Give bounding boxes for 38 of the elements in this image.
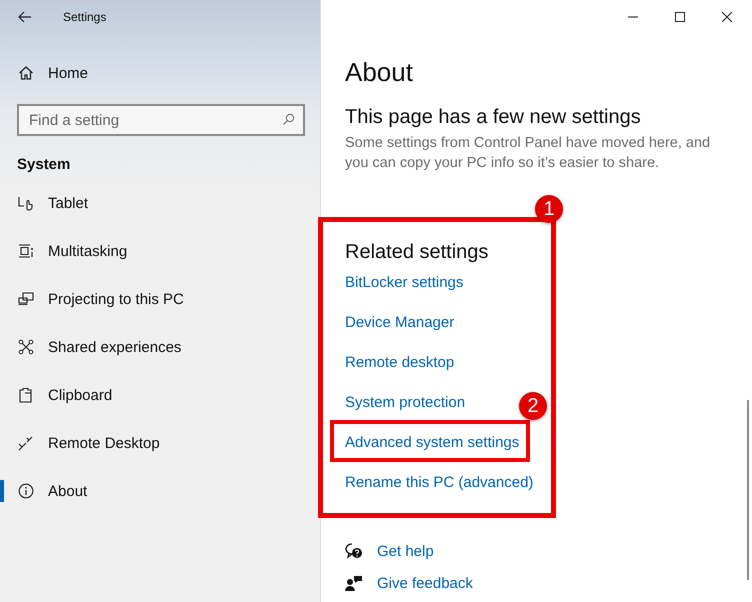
window-title: Settings (63, 10, 106, 24)
sidebar-item[interactable]: Clipboard (0, 371, 320, 419)
tablet-icon (18, 195, 34, 211)
section-heading: System (17, 155, 72, 175)
notice-text: Some settings from Control Panel have moved here, and you can copy your PC info so it’s easier to share. (345, 134, 712, 173)
sidebar-item[interactable]: Multitasking (0, 227, 320, 275)
sidebar-item[interactable]: About (0, 467, 320, 515)
sidebar-item[interactable]: Projecting to this PC (0, 275, 320, 323)
sidebar-item[interactable]: Tablet (0, 179, 320, 227)
settings-link[interactable]: Rename this PC (advanced) (345, 463, 534, 503)
back-arrow-icon[interactable] (18, 11, 32, 23)
maximize-icon[interactable] (675, 12, 685, 22)
home-link[interactable]: Home (0, 57, 320, 89)
close-icon[interactable] (722, 12, 732, 22)
support-link[interactable]: Give feedback (377, 574, 473, 592)
home-icon (18, 65, 34, 81)
sidebar-item[interactable]: Remote Desktop (0, 419, 320, 467)
multitasking-icon (18, 243, 34, 259)
section-heading: Related settings (345, 240, 488, 265)
info-icon (18, 483, 34, 499)
settings-link[interactable]: System protection (345, 383, 466, 423)
search-icon (282, 113, 295, 126)
monitor-icon (18, 291, 34, 307)
search-field[interactable]: Find a setting (17, 104, 305, 136)
page-title: About (345, 56, 413, 89)
settings-link[interactable]: Device Manager (345, 303, 454, 343)
settings-link[interactable]: Remote desktop (345, 343, 454, 383)
remote-desktop-icon (18, 435, 34, 451)
sidebar-item[interactable]: Shared experiences (0, 323, 320, 371)
support-link[interactable]: Get help (377, 542, 434, 560)
settings-link[interactable]: BitLocker settings (345, 263, 464, 303)
share-icon (18, 339, 34, 355)
scrollbar[interactable] (747, 400, 749, 580)
feedback-person-icon (345, 575, 363, 591)
clipboard-icon (18, 387, 34, 403)
notice-heading: This page has a few new settings (345, 105, 641, 130)
help-chat-icon (345, 543, 363, 559)
settings-link[interactable]: Advanced system settings (345, 423, 520, 463)
